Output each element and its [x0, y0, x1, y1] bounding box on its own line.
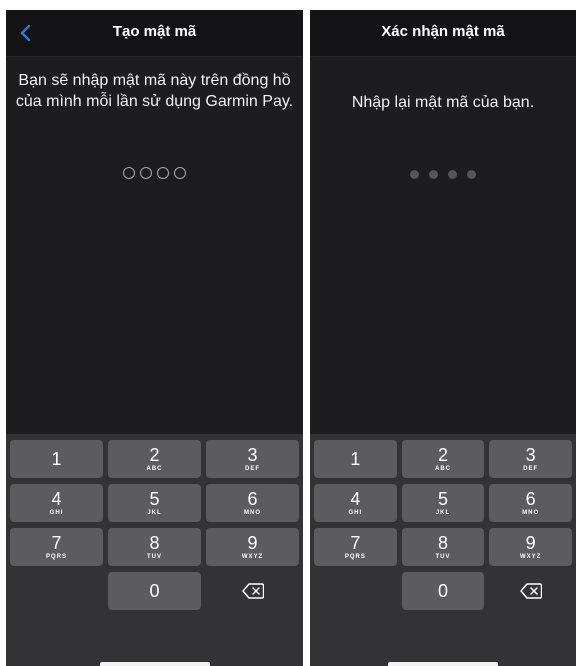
- passcode-instructions: Bạn sẽ nhập mật mã này trên đồng hồ của …: [15, 72, 294, 110]
- key-9[interactable]: 9 WXYZ: [489, 528, 572, 566]
- key-0[interactable]: 0: [401, 572, 485, 610]
- backspace-icon: [241, 583, 264, 599]
- nav-bar: Xác nhận mật mã: [310, 10, 576, 57]
- numeric-keypad: 1 2 ABC 3 DEF 4 GHI 5 JKL 6 MNO 7 PQRS 8 TUV 9W…: [6, 434, 303, 666]
- passcode-dot: [410, 170, 419, 179]
- passcode-dot: [140, 167, 152, 179]
- key-8[interactable]: 8 TUV: [401, 528, 485, 566]
- key-1[interactable]: 1: [10, 440, 103, 478]
- key-digit: 7: [51, 532, 62, 553]
- key-3[interactable]: 3 DEF: [489, 440, 572, 478]
- key-letters: ABC: [146, 465, 163, 472]
- key-6[interactable]: 6 MNO: [206, 484, 299, 522]
- home-indicator: [388, 662, 498, 666]
- key-letters: MNO: [244, 509, 261, 516]
- key-7[interactable]: 7 PQRS: [314, 528, 397, 566]
- key-4[interactable]: 4 GHI: [314, 484, 397, 522]
- key-4[interactable]: 4 GHI: [10, 484, 103, 522]
- key-8[interactable]: 8 TUV: [108, 528, 201, 566]
- key-7[interactable]: 7 PQRS: [10, 528, 103, 566]
- page-title: Xác nhận mật mã: [381, 23, 505, 40]
- key-digit: 2: [437, 444, 448, 465]
- passcode-dot: [174, 167, 186, 179]
- key-digit: 2: [149, 444, 160, 465]
- key-digit: 7: [350, 532, 361, 553]
- key-letters: TUV: [435, 553, 451, 560]
- key-digit: 1: [350, 449, 361, 469]
- confirm-passcode-screen: Xác nhận mật mã Nhập lại mật mã của bạn.…: [310, 10, 576, 666]
- key-letters: TUV: [147, 553, 162, 560]
- passcode-instructions: Nhập lại mật mã của bạn.: [351, 94, 535, 111]
- numeric-keypad: 1 2 ABC 3 DEF 4 GHI 5 JKL 6 MNO 7 PQRS 8 TUV 9W…: [310, 434, 576, 666]
- home-indicator: [100, 662, 210, 666]
- passcode-dots: [310, 168, 576, 179]
- delete-button[interactable]: [489, 572, 572, 610]
- nav-bar: Tạo mật mã: [6, 10, 303, 57]
- key-digit: 4: [51, 488, 62, 509]
- key-letters: JKL: [435, 509, 451, 516]
- key-digit: 6: [247, 488, 258, 509]
- key-digit: 5: [149, 488, 160, 509]
- key-3[interactable]: 3 DEF: [206, 440, 299, 478]
- key-letters: WXYZ: [519, 553, 542, 560]
- key-digit: 0: [437, 581, 448, 601]
- passcode-dot: [123, 167, 135, 179]
- page-title: Tạo mật mã: [112, 23, 197, 40]
- create-passcode-screen: Tạo mật mã Bạn sẽ nhập mật mã này trên đ…: [6, 10, 303, 666]
- passcode-dot: [429, 170, 438, 179]
- key-digit: 9: [247, 532, 258, 553]
- delete-button[interactable]: [206, 572, 299, 610]
- keypad-blank: [314, 572, 397, 610]
- key-5[interactable]: 5 JKL: [108, 484, 201, 522]
- key-1[interactable]: 1: [314, 440, 397, 478]
- key-letters: GHI: [49, 509, 64, 516]
- key-letters: DEF: [245, 465, 260, 472]
- key-digit: 4: [350, 488, 361, 509]
- key-digit: 8: [149, 532, 160, 553]
- passcode-dot: [448, 170, 457, 179]
- key-digit: 8: [437, 532, 448, 553]
- key-letters: ABC: [434, 465, 451, 472]
- key-digit: 6: [525, 488, 536, 509]
- key-digit: 3: [525, 444, 536, 465]
- key-2[interactable]: 2 ABC: [401, 440, 485, 478]
- key-digit: 1: [51, 449, 62, 469]
- key-letters: MNO: [522, 509, 540, 516]
- key-5[interactable]: 5 JKL: [401, 484, 485, 522]
- key-letters: WXYZ: [241, 553, 264, 560]
- key-9[interactable]: 9 WXYZ: [206, 528, 299, 566]
- backspace-icon: [519, 583, 542, 599]
- key-digit: 9: [525, 532, 536, 553]
- key-0[interactable]: 0: [108, 572, 201, 610]
- key-letters: PQRS: [344, 553, 366, 560]
- key-digit: 3: [247, 444, 258, 465]
- key-letters: JKL: [147, 509, 162, 516]
- key-2[interactable]: 2 ABC: [108, 440, 201, 478]
- key-digit: 5: [437, 488, 448, 509]
- key-letters: DEF: [523, 465, 539, 472]
- key-digit: 0: [149, 581, 160, 601]
- key-letters: GHI: [348, 509, 363, 516]
- keypad-blank: [10, 572, 103, 610]
- key-6[interactable]: 6 MNO: [489, 484, 572, 522]
- passcode-dot: [157, 167, 169, 179]
- key-letters: PQRS: [45, 553, 67, 560]
- passcode-dots: [6, 167, 303, 179]
- passcode-dot: [467, 170, 476, 179]
